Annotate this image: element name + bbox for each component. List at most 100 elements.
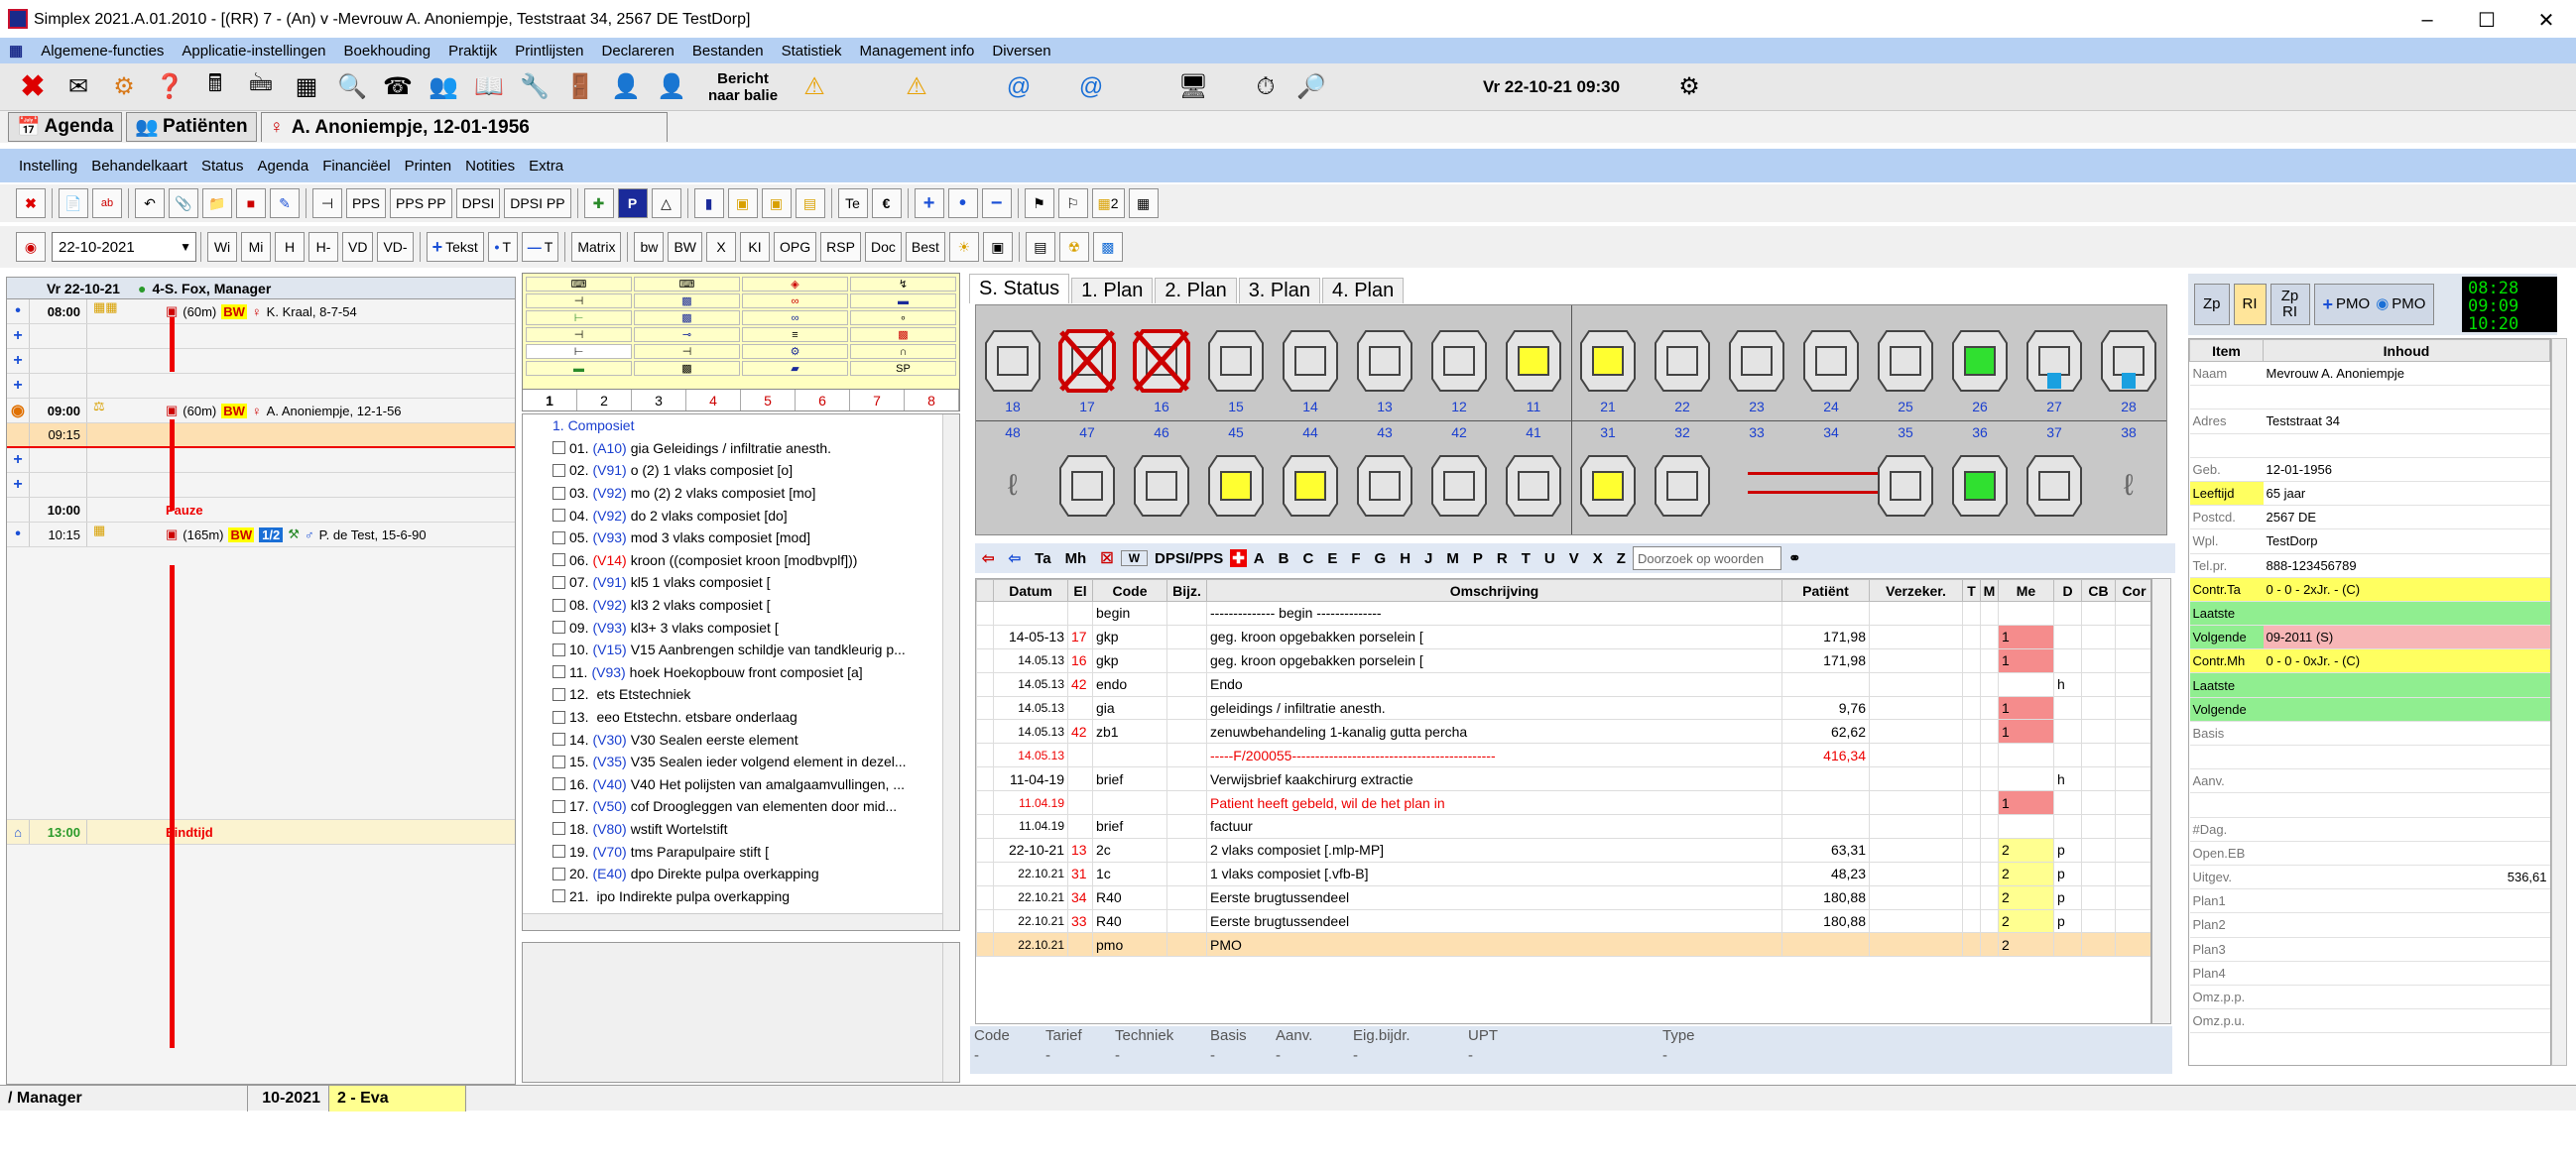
palette-tab-8[interactable]: 8 (905, 390, 959, 410)
zp-ri-button[interactable]: Zp RI (2269, 284, 2310, 325)
screens-icon[interactable]: 🖥 (1173, 67, 1213, 107)
menu-printen[interactable]: Printen (398, 158, 459, 175)
tooth-31[interactable] (1579, 454, 1637, 518)
palette-tab-6[interactable]: 6 (796, 390, 850, 410)
treatment-item[interactable]: 12. ets Etstechniek (523, 683, 959, 706)
pps-button[interactable]: PPS (346, 188, 387, 218)
people-icon[interactable]: 👥 (424, 67, 463, 107)
cards-icon[interactable]: ▤ (795, 188, 825, 218)
tooth-42[interactable] (1430, 454, 1488, 518)
ta-button[interactable]: Ta (1028, 550, 1057, 567)
col-header[interactable]: Datum (993, 579, 1068, 602)
letter-filter-t[interactable]: T (1515, 550, 1537, 567)
info-row[interactable]: Plan4 (2189, 961, 2550, 986)
palette-tool[interactable]: ⊣ (526, 293, 632, 308)
treatment-checkbox[interactable] (552, 822, 565, 836)
checkered-flag-icon[interactable]: ⚐ (1057, 188, 1088, 218)
info-row[interactable]: Leeftijd 65 jaar (2189, 481, 2550, 507)
vd-minus-button[interactable]: VD- (377, 232, 414, 262)
palette-tool[interactable]: ≡ (742, 327, 848, 342)
agenda-slot-current[interactable]: 09:15 (7, 423, 515, 448)
pen-icon[interactable]: ✎ (270, 188, 300, 218)
tooth-12[interactable] (1430, 329, 1488, 393)
menu-statistiek[interactable]: Statistiek (773, 43, 851, 59)
minus-t-button[interactable]: — T (521, 232, 559, 262)
table-row[interactable]: 11-04-19 brief Verwijsbrief kaakchirurg ex… (976, 766, 2150, 792)
te-button[interactable]: Te (837, 188, 868, 218)
letter-filter-a[interactable]: A (1247, 550, 1272, 567)
palette-tool[interactable]: ∞ (742, 293, 848, 308)
menu-notities[interactable]: Notities (458, 158, 522, 175)
info-row[interactable]: Volgende 09-2011 (S) (2189, 625, 2550, 650)
p-button[interactable]: P (617, 188, 648, 218)
palette-tab-5[interactable]: 5 (741, 390, 796, 410)
treatment-item[interactable]: 05. (V93) mod 3 vlaks composiet [mod] (523, 526, 959, 549)
col-header[interactable]: M (1980, 579, 1999, 602)
tooth-27[interactable] (2025, 329, 2083, 393)
bw-upper-button[interactable]: BW (668, 232, 703, 262)
menu-status[interactable]: Status (194, 158, 251, 175)
tab-patienten[interactable]: 👥 Patiënten (126, 112, 257, 142)
treatment-item[interactable]: 13. eeo Etstechn. etsbare onderlaag (523, 706, 959, 729)
euro-button[interactable]: € (871, 188, 902, 218)
wi-button[interactable]: Wi (207, 232, 237, 262)
info-row[interactable]: Omz.p.p. (2189, 985, 2550, 1010)
table-row[interactable]: 14.05.13 42 endo Endo h (976, 671, 2150, 697)
treatment-item[interactable]: 20. (E40) dpo Direkte pulpa overkapping (523, 863, 959, 885)
treatment-item[interactable]: 14. (V30) V30 Sealen eerste element (523, 728, 959, 751)
info-row[interactable] (2189, 385, 2550, 410)
agenda-pause[interactable]: 10:00 Pauze (7, 498, 515, 523)
palette-tool[interactable]: ▩ (850, 327, 956, 342)
tooth-plus-icon[interactable]: ✚ (583, 188, 614, 218)
table-row[interactable]: 14.05.13 16 gkp geg. kroon opgebakken porse… (976, 647, 2150, 673)
tooth-16[interactable] (1133, 329, 1190, 393)
agenda-slot[interactable]: + (7, 349, 515, 374)
pps-pp-button[interactable]: PPS PP (390, 188, 452, 218)
tooth-17[interactable] (1058, 329, 1116, 393)
palette-tool[interactable]: ⚙ (742, 344, 848, 359)
agenda-slot[interactable]: • 08:00 ▦▦ ▣ (60m) BW ♀ K. Kraal, 8-7-54 (7, 299, 515, 324)
palette-tool[interactable]: ⊸ (634, 327, 740, 342)
tab-plan-2[interactable]: 2. Plan (1155, 278, 1237, 303)
table-row[interactable]: 22.10.21 31 1c 1 vlaks composiet [.vfb-B] 48… (976, 861, 2150, 886)
add-slot-icon[interactable]: + (7, 377, 29, 395)
letter-filter-r[interactable]: R (1490, 550, 1515, 567)
book-icon[interactable]: 📖 (469, 67, 509, 107)
info-row[interactable]: Uitgev. 536,61 (2189, 865, 2550, 890)
bw-lower-button[interactable]: bw (634, 232, 665, 262)
info-row[interactable]: Geb. 12-01-1956 (2189, 457, 2550, 482)
table-row[interactable]: 14.05.13 -----F/200055-------------------… (976, 743, 2150, 768)
menu-applicatie-instellingen[interactable]: Applicatie-instellingen (173, 43, 334, 59)
tooth-37[interactable] (2025, 454, 2083, 518)
chair-count-button[interactable]: ▦ 2 (1091, 188, 1125, 218)
doc-button[interactable]: Doc (864, 232, 902, 262)
add-slot-icon[interactable]: + (7, 451, 29, 469)
info-row[interactable]: Basis (2189, 721, 2550, 747)
warning-icon[interactable]: ⚠ (795, 67, 834, 107)
info-row[interactable] (2189, 792, 2550, 818)
palette-tool[interactable]: ⊣ (634, 344, 740, 359)
ab-icon[interactable]: ab (92, 188, 122, 218)
treatment-checkbox[interactable] (552, 598, 565, 612)
records-search-input[interactable]: Doorzoek op woorden (1632, 546, 1781, 570)
tooth-25[interactable] (1877, 329, 1934, 393)
user2-icon[interactable]: 👤 (652, 67, 691, 107)
tooth-missing-icon[interactable]: ℓ (2100, 454, 2157, 518)
letter-filter-e[interactable]: E (1320, 550, 1344, 567)
treatment-item[interactable]: 02. (V91) o (2) 1 vlaks composiet [o] (523, 459, 959, 482)
tooth-13[interactable] (1356, 329, 1413, 393)
close-x-icon[interactable]: ✖ (13, 67, 53, 107)
treatment-item[interactable]: 06. (V14) kroon ((composiet kroon [modbvpl… (523, 549, 959, 572)
info-row[interactable]: Laatste (2189, 672, 2550, 698)
table-row[interactable]: 14-05-13 17 gkp geg. kroon opgebakken porse… (976, 624, 2150, 649)
col-header[interactable]: Verzeker. (1869, 579, 1963, 602)
letter-filter-v[interactable]: V (1562, 550, 1586, 567)
letter-filter-b[interactable]: B (1272, 550, 1296, 567)
radiation-icon[interactable]: ☢ (1058, 232, 1089, 262)
letter-filter-u[interactable]: U (1537, 550, 1562, 567)
info-row[interactable]: Volgende (2189, 697, 2550, 722)
tooth-15[interactable] (1207, 329, 1265, 393)
tooth-21[interactable] (1579, 329, 1637, 393)
menu-extra[interactable]: Extra (522, 158, 570, 175)
x-button[interactable]: X (706, 232, 737, 262)
